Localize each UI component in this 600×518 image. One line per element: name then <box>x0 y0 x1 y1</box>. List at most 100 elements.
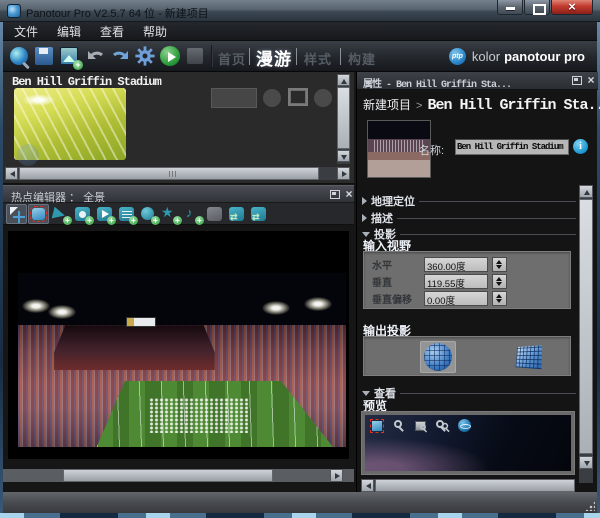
fov-row-vertical-offset: 垂直偏移 0.00度 <box>372 291 507 306</box>
float-panel-icon[interactable] <box>572 76 582 85</box>
crop-frame-icon[interactable] <box>288 88 308 106</box>
list-scroll-up[interactable] <box>337 74 350 86</box>
tab-home[interactable]: 首页 <box>218 49 246 68</box>
tab-separator <box>340 48 341 65</box>
properties-scroll-down[interactable] <box>579 456 593 469</box>
title-bar[interactable]: Panotour Pro V2.5.7 64 位 - 新建项目 <box>0 0 600 22</box>
ghost-round-button[interactable] <box>263 89 281 107</box>
info-icon[interactable]: i <box>573 139 588 154</box>
sphere-ghost-icon[interactable] <box>17 144 39 166</box>
properties-vscroll-thumb[interactable] <box>579 199 593 454</box>
canvas-hscroll-track[interactable] <box>3 469 354 482</box>
list-hscroll-thumb[interactable] <box>19 167 319 180</box>
section-description[interactable]: 描述 <box>362 211 576 225</box>
tab-style[interactable]: 样式 <box>304 49 332 68</box>
preview-hscroll-thumb[interactable] <box>375 479 575 492</box>
tab-build[interactable]: 构建 <box>348 49 376 68</box>
horizontal-fov-field[interactable]: 360.00度 <box>424 257 488 272</box>
list-scroll-left[interactable] <box>5 167 18 180</box>
name-label: 名称: <box>419 142 444 158</box>
close-panel-icon[interactable] <box>585 73 597 87</box>
vertical-fov-stepper[interactable] <box>492 274 507 289</box>
properties-header[interactable]: 属性 - Ben Hill Griffin Sta... <box>357 72 598 90</box>
list-vscroll-thumb[interactable] <box>337 87 350 149</box>
ghost-button[interactable] <box>211 88 257 108</box>
resize-grip[interactable] <box>585 501 595 511</box>
window-frame-bottom <box>0 513 600 518</box>
breadcrumb-root[interactable]: 新建项目 <box>363 96 411 113</box>
preview-globe-icon[interactable] <box>457 418 473 434</box>
minimize-icon[interactable] <box>497 0 523 15</box>
hotspot-canvas[interactable] <box>3 225 354 468</box>
status-bar <box>3 492 597 513</box>
tab-tour[interactable]: 漫游 <box>256 45 292 70</box>
redo-icon[interactable] <box>109 45 131 67</box>
close-icon[interactable] <box>551 0 593 15</box>
preview-fit-view-icon[interactable] <box>413 418 429 434</box>
group-tool-icon[interactable] <box>204 204 225 224</box>
brand-kolor: kolor <box>472 49 500 64</box>
point-hotspot-tool-icon[interactable] <box>28 204 49 224</box>
chevron-down-icon <box>362 391 370 396</box>
breadcrumb: 新建项目 > Ben Hill Griffin Sta... <box>363 96 600 114</box>
add-text-tool-icon[interactable]: + <box>116 204 137 224</box>
output-projection-groupbox <box>363 336 571 376</box>
vertical-offset-stepper[interactable] <box>492 291 507 306</box>
ghost-round-button[interactable] <box>314 89 332 107</box>
move-tool-icon[interactable] <box>6 204 27 224</box>
add-image-tool-icon[interactable]: + <box>72 204 93 224</box>
list-scroll-down[interactable] <box>337 150 350 162</box>
add-star-tool-icon[interactable]: ★+ <box>160 204 181 224</box>
swap-image-tool-icon[interactable]: ⇄ <box>226 204 247 224</box>
list-scroll-right[interactable] <box>337 167 350 180</box>
panorama-item-title: Ben Hill Griffin Stadium <box>12 75 161 89</box>
float-panel-icon[interactable] <box>330 190 340 199</box>
app-window: Panotour Pro V2.5.7 64 位 - 新建项目 文件 编辑 查看… <box>0 0 600 518</box>
name-input[interactable] <box>455 139 569 155</box>
add-video-tool-icon[interactable]: + <box>94 204 115 224</box>
canvas-scroll-right[interactable] <box>330 469 343 482</box>
section-geolocation[interactable]: 地理定位 <box>362 194 576 208</box>
menu-help[interactable]: 帮助 <box>143 23 167 40</box>
hotspot-editor-header[interactable]: 热点编辑器 ： 全景 <box>3 185 354 203</box>
swap-image-alt-tool-icon[interactable]: ⇄ <box>248 204 269 224</box>
canvas-hscroll-thumb[interactable] <box>63 469 273 482</box>
polygon-hotspot-tool-icon[interactable]: + <box>50 204 71 224</box>
menu-edit[interactable]: 编辑 <box>57 23 81 40</box>
plane-projection-icon[interactable] <box>510 341 546 373</box>
ptp-logo-icon: ptp <box>449 48 466 65</box>
sphere-projection-icon[interactable] <box>420 341 456 373</box>
add-sphere-tool-icon[interactable]: + <box>138 204 159 224</box>
vertical-fov-field[interactable]: 119.55度 <box>424 274 488 289</box>
add-panorama-icon[interactable]: + <box>58 45 80 67</box>
library-icon[interactable] <box>184 45 206 67</box>
preview-zoom-icon[interactable] <box>391 418 407 434</box>
menu-file[interactable]: 文件 <box>14 23 38 40</box>
preview-play-icon[interactable] <box>159 45 181 67</box>
undo-icon[interactable] <box>85 45 107 67</box>
add-sound-tool-icon[interactable]: ♪+ <box>182 204 203 224</box>
toolbar-separator <box>211 45 213 67</box>
brand-logo: ptp kolor panotour pro <box>449 48 585 65</box>
preview-scroll-left[interactable] <box>361 479 374 492</box>
breadcrumb-separator: > <box>416 100 422 112</box>
open-project-icon[interactable] <box>8 45 30 67</box>
preview-select-icon[interactable] <box>369 418 385 434</box>
close-panel-icon[interactable] <box>343 187 355 201</box>
panorama-photo[interactable] <box>18 273 346 447</box>
maximize-icon[interactable] <box>524 0 550 15</box>
menu-view[interactable]: 查看 <box>100 23 124 40</box>
properties-panel: 属性 - Ben Hill Griffin Sta... 新建项目 > Ben … <box>356 72 597 492</box>
horizontal-fov-stepper[interactable] <box>492 257 507 272</box>
brand-product: panotour pro <box>504 49 585 64</box>
settings-gear-icon[interactable] <box>134 45 156 67</box>
chevron-right-icon <box>362 214 367 222</box>
input-fov-groupbox: 水平 360.00度 垂直 119.55度 垂直偏移 0.00度 <box>363 251 571 309</box>
vertical-offset-field[interactable]: 0.00度 <box>424 291 488 306</box>
preview-image[interactable] <box>365 415 571 471</box>
properties-scroll-up[interactable] <box>579 185 593 198</box>
section-view[interactable]: 查看 <box>362 386 576 400</box>
save-icon[interactable] <box>33 45 55 67</box>
preview-zoom-all-icon[interactable] <box>435 418 451 434</box>
app-icon <box>7 4 21 18</box>
